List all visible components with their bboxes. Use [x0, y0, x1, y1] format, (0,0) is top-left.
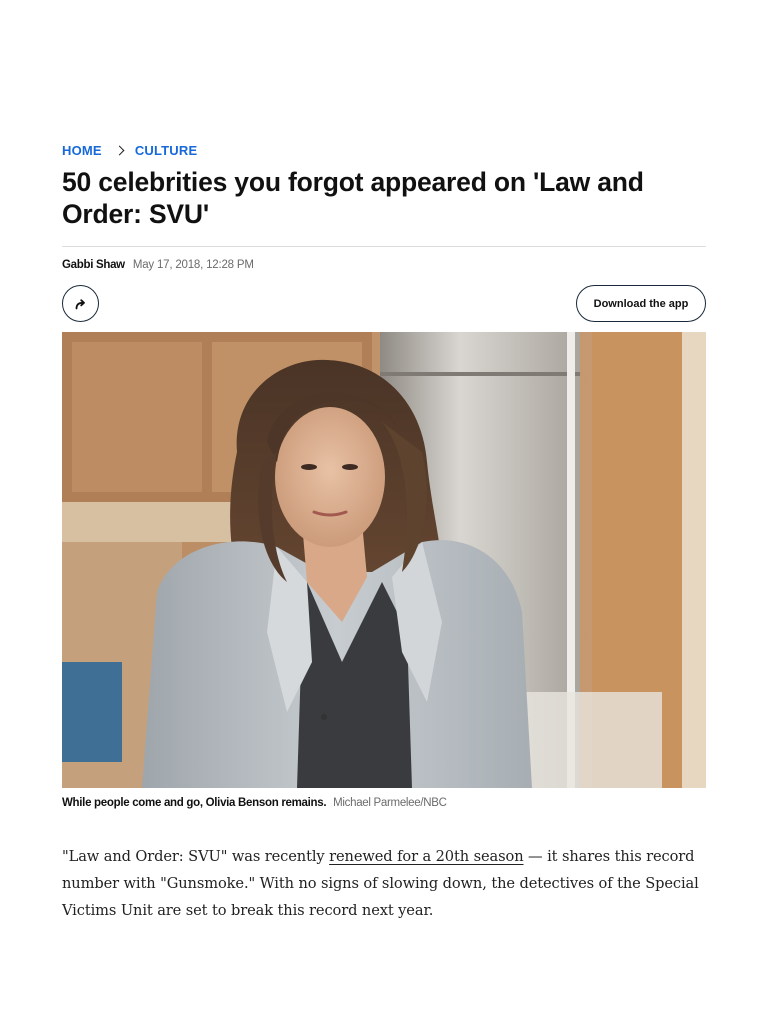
breadcrumb: HOME CULTURE — [62, 142, 197, 158]
title-divider — [62, 246, 706, 247]
author-name[interactable]: Gabbi Shaw — [62, 259, 125, 271]
caption-text: While people come and go, Olivia Benson … — [62, 797, 327, 809]
hero-photo — [62, 332, 706, 788]
download-app-button[interactable]: Download the app — [576, 285, 706, 322]
share-arrow-icon — [75, 298, 85, 309]
article-paragraph: "Law and Order: SVU" was recently renewe… — [62, 843, 706, 924]
hero-image — [62, 332, 706, 788]
byline: Gabbi Shaw May 17, 2018, 12:28 PM — [62, 259, 254, 271]
publish-date: May 17, 2018, 12:28 PM — [132, 259, 254, 271]
breadcrumb-home-link[interactable]: HOME — [62, 143, 102, 158]
image-caption: While people come and go, Olivia Benson … — [62, 797, 706, 809]
chevron-right-icon — [114, 145, 125, 155]
renewal-link[interactable]: renewed for a 20th season — [329, 848, 523, 865]
photo-credit: Michael Parmelee/NBC — [333, 797, 447, 809]
paragraph-text-start: "Law and Order: SVU" was recently — [62, 848, 330, 865]
share-button[interactable] — [62, 285, 99, 322]
breadcrumb-culture-link[interactable]: CULTURE — [135, 143, 198, 158]
page-title: 50 celebrities you forgot appeared on 'L… — [62, 167, 644, 229]
